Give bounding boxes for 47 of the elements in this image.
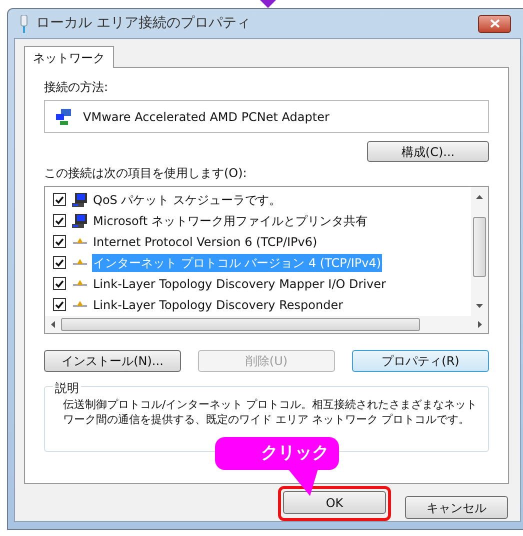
description-text: 伝送制御プロトコル/インターネット プロトコル。相互接続されたさまざまなネットワーク間の通信を提供する、既定のワイド エリア ネットワーク プロトコルです。 (63, 397, 478, 427)
checkbox[interactable] (53, 256, 66, 269)
list-item[interactable]: Link-Layer Topology Discovery Responder (92, 296, 344, 314)
vertical-scrollbar[interactable] (471, 187, 488, 316)
network-adapter-icon (55, 108, 73, 126)
check-icon (55, 238, 64, 246)
check-icon (55, 280, 64, 288)
window-title: ローカル エリア接続のプロパティ (36, 14, 250, 33)
network-protocol-icon (72, 278, 88, 288)
network-protocol-icon (72, 300, 88, 310)
adapter-name: VMware Accelerated AMD PCNet Adapter (83, 108, 330, 126)
computer-icon (72, 212, 88, 228)
horizontal-scrollbar[interactable] (45, 316, 488, 333)
check-icon (55, 300, 64, 308)
configure-button[interactable]: 構成(C)... (367, 141, 489, 162)
checkbox[interactable] (53, 193, 66, 206)
close-icon (490, 19, 500, 28)
computer-icon (72, 192, 88, 208)
checkbox[interactable] (53, 235, 66, 248)
checkbox[interactable] (53, 298, 66, 311)
scroll-left-icon (51, 321, 55, 328)
list-item[interactable]: Internet Protocol Version 6 (TCP/IPv6) (92, 232, 318, 250)
pointer-marker-icon (260, 0, 276, 8)
scroll-up-icon (476, 195, 483, 199)
checkbox[interactable] (53, 214, 66, 227)
action-button[interactable]: インストール(N)... (44, 350, 181, 372)
connect-using-label: 接続の方法: (44, 79, 110, 96)
group-title: 説明 (53, 379, 81, 397)
close-button[interactable] (478, 14, 511, 32)
check-icon (55, 216, 64, 224)
action-button[interactable]: プロパティ(R) (352, 350, 489, 372)
network-plug-icon (18, 14, 30, 32)
dialog-button[interactable]: キャンセル (405, 496, 508, 519)
check-icon (55, 196, 64, 204)
network-protocol-icon (72, 236, 88, 246)
checkbox[interactable] (53, 277, 66, 290)
scroll-down-icon (476, 304, 483, 308)
callout-text: クリック (261, 442, 329, 465)
list-item[interactable]: QoS パケット スケジューラです。 (92, 190, 282, 208)
scroll-right-icon (478, 321, 482, 328)
tab[interactable]: ネットワーク (24, 46, 114, 68)
items-label: この接続は次の項目を使用します(O): (44, 165, 248, 182)
network-protocol-icon (72, 258, 88, 268)
dialog-button[interactable]: OK (283, 491, 386, 514)
list-item[interactable]: Microsoft ネットワーク用ファイルとプリンタ共有 (92, 212, 368, 230)
check-icon (55, 258, 64, 266)
list-item[interactable]: Link-Layer Topology Discovery Mapper I/O Driver (92, 274, 387, 292)
